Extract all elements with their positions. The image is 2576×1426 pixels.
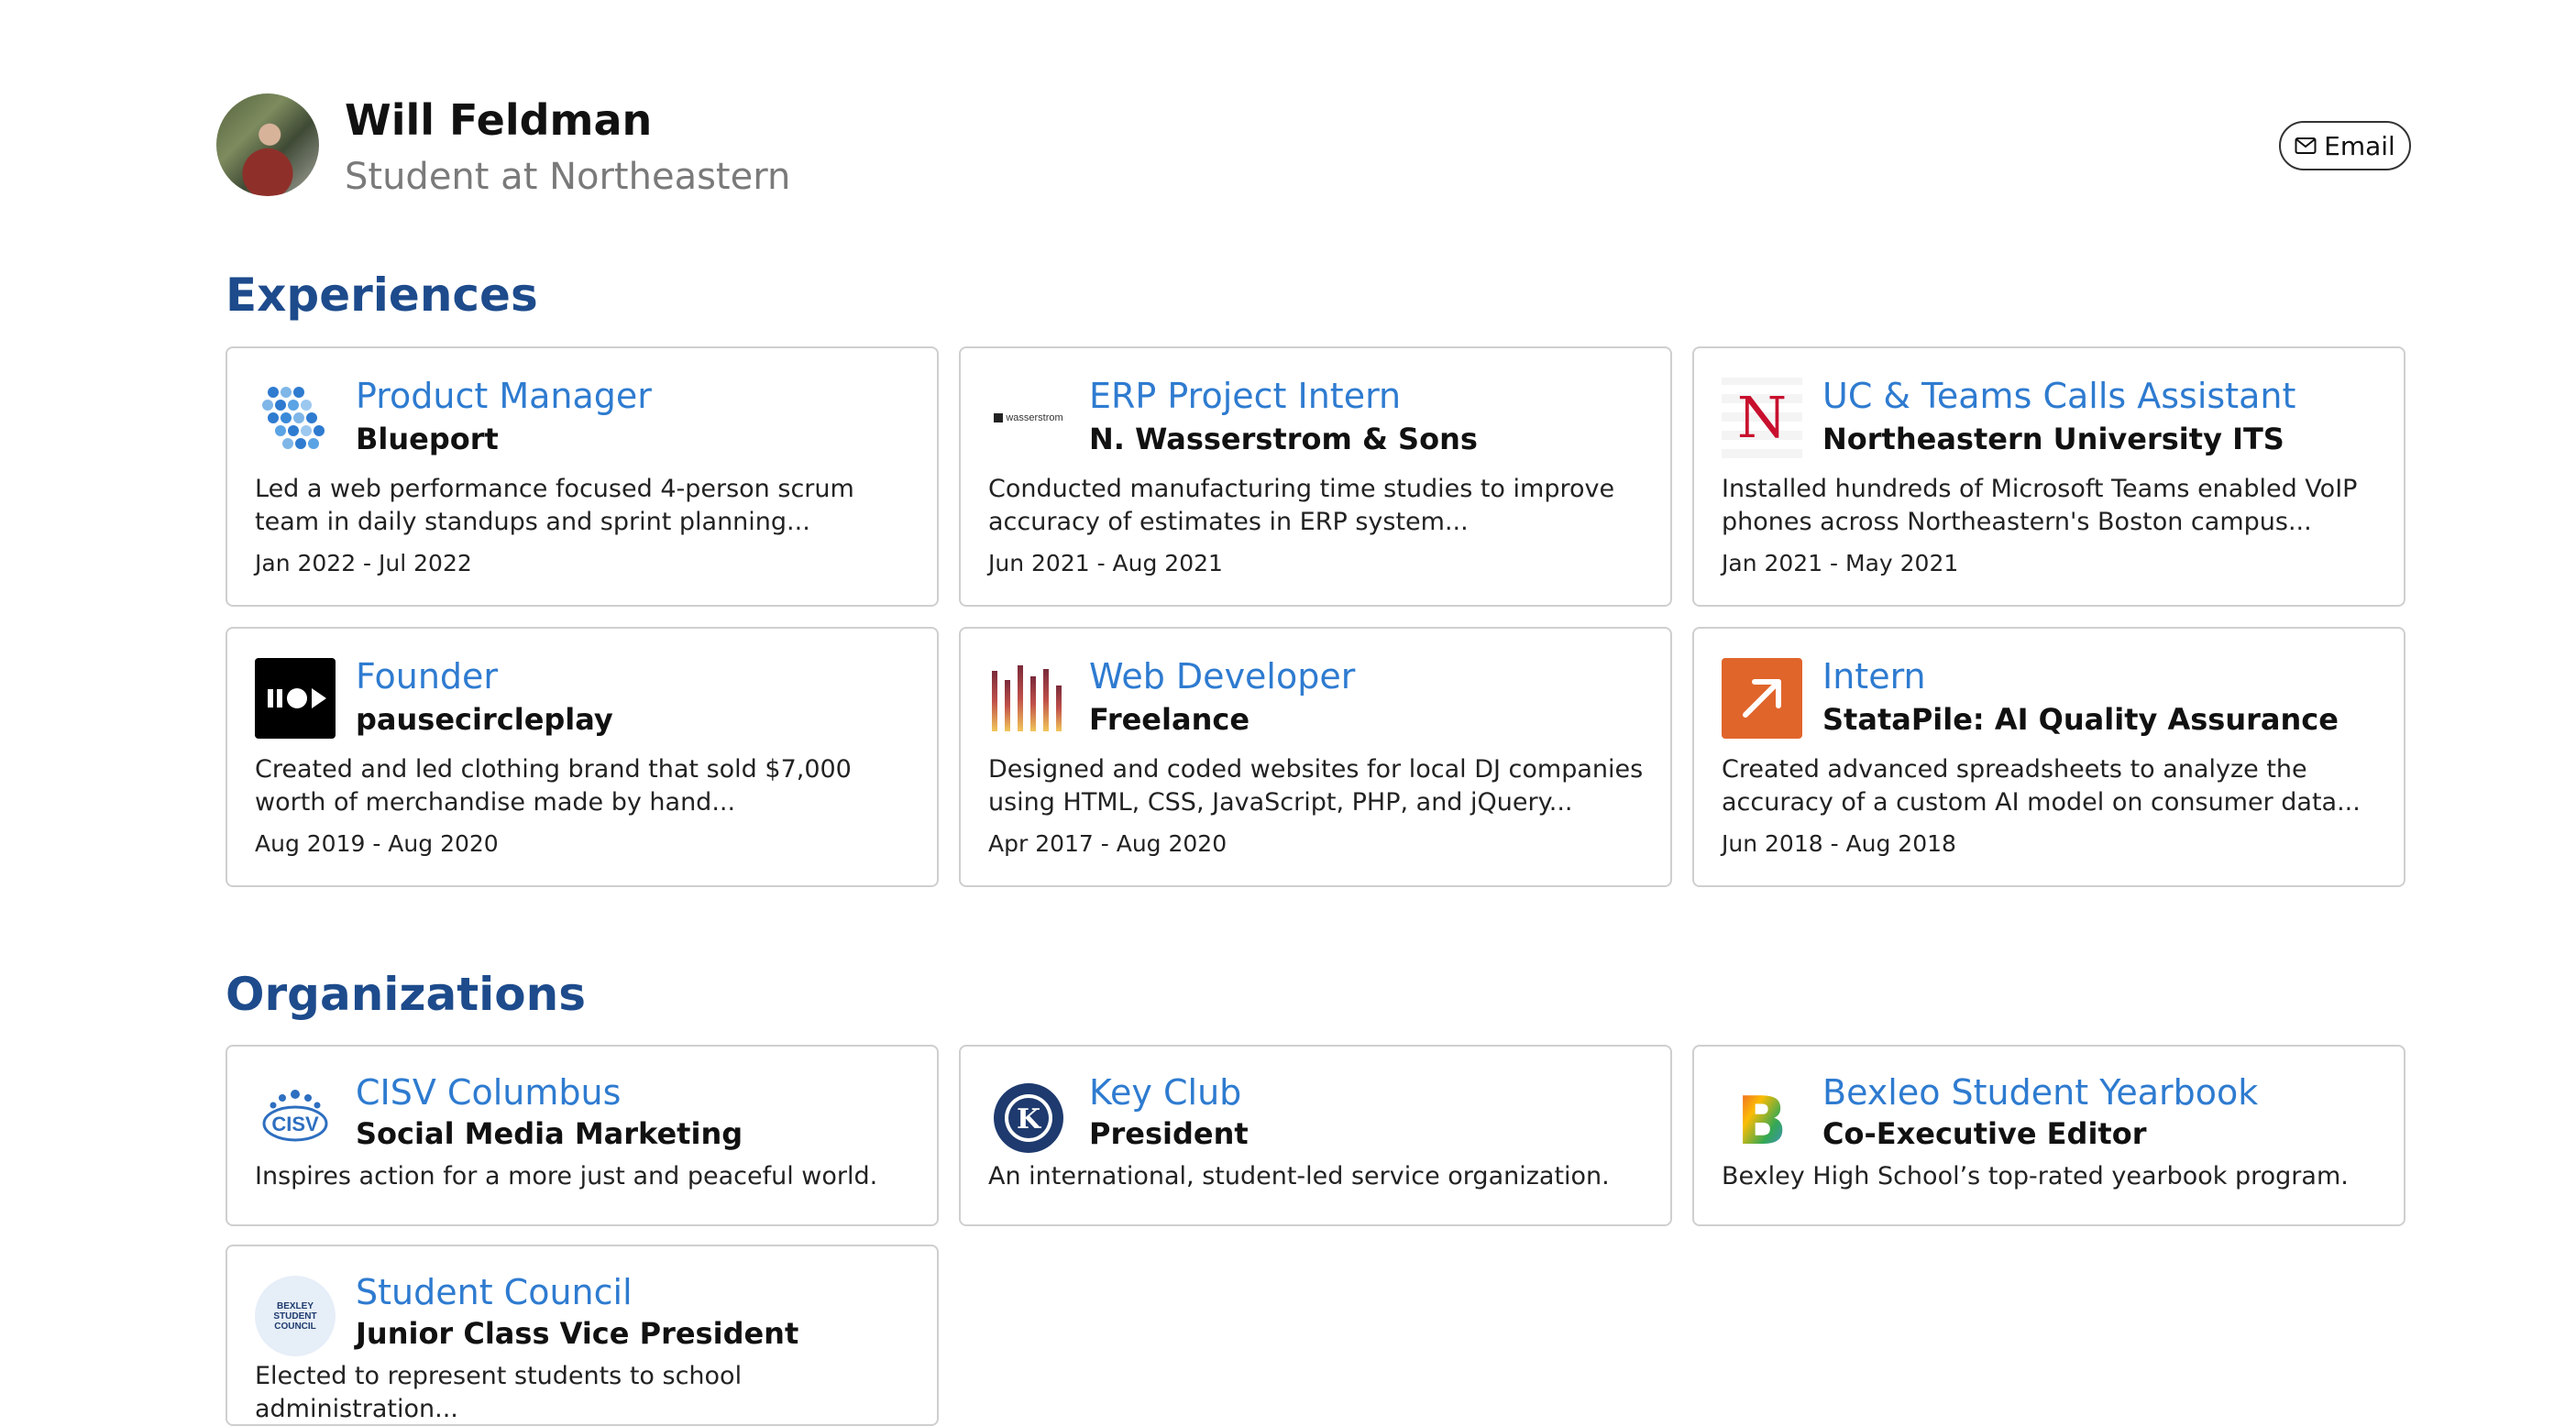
experience-title[interactable]: Product Manager [356,374,652,418]
experience-description: Led a web performance focused 4-person s… [255,475,854,536]
organization-title[interactable]: Key Club [1089,1070,1241,1114]
email-button-label: Email [2324,130,2395,161]
organization-role: Junior Class Vice President [356,1316,799,1351]
cisv-logo-text: CISV [271,1113,319,1135]
mail-icon [2295,137,2317,154]
organization-card[interactable]: K Key Club President An international, s… [959,1045,1672,1226]
equalizer-icon [992,665,1062,731]
email-button[interactable]: Email [2279,121,2411,170]
cisv-logo-icon: CISV [262,1090,328,1142]
experience-dates: Aug 2019 - Aug 2020 [255,830,499,857]
experience-company: N. Wasserstrom & Sons [1089,422,1478,456]
blueport-logo-icon [262,387,325,449]
experience-description: Created advanced spreadsheets to analyze… [1722,755,2361,817]
organization-title[interactable]: Bexleo Student Yearbook [1822,1070,2258,1114]
wasserstrom-logo-icon: wasserstrom [988,378,1069,458]
student-council-logo-icon: BEXLEY STUDENT COUNCIL [255,1276,336,1356]
organization-description: Inspires action for a more just and peac… [255,1162,878,1190]
experience-title[interactable]: Web Developer [1089,654,1355,698]
experience-company: Freelance [1089,702,1250,737]
organization-role: Social Media Marketing [356,1116,743,1151]
profile-header: Will Feldman Student at Northeastern Ema… [216,93,2416,203]
organization-description: An international, student-led service or… [988,1162,1610,1190]
organization-card[interactable]: B Bexleo Student Yearbook Co-Executive E… [1692,1045,2405,1226]
organization-description: Elected to represent students to school … [255,1362,743,1423]
experience-dates: Jan 2022 - Jul 2022 [255,550,472,576]
experiences-heading: Experiences [226,269,538,322]
experience-company: Blueport [356,422,499,456]
arrow-up-right-icon [1722,658,1802,739]
pause-circle-play-icon [255,658,336,739]
experience-card[interactable]: Product Manager Blueport Led a web perfo… [226,346,939,607]
key-club-logo-icon: K [994,1083,1063,1153]
bexleo-logo-icon: B [1737,1082,1788,1157]
profile-name: Will Feldman [345,95,653,145]
profile-tagline: Student at Northeastern [345,156,791,198]
northeastern-logo-letter: N [1736,384,1788,451]
experience-title[interactable]: ERP Project Intern [1089,374,1401,418]
organization-card[interactable]: BEXLEY STUDENT COUNCIL Student Council J… [226,1245,939,1426]
wasserstrom-logo-text: wasserstrom [994,413,1063,423]
experience-dates: Jun 2018 - Aug 2018 [1722,830,1956,857]
organizations-heading: Organizations [226,968,587,1021]
organization-card[interactable]: CISV CISV Columbus Social Media Marketin… [226,1045,939,1226]
organization-title[interactable]: Student Council [356,1270,633,1314]
student-council-logo-text: BEXLEY STUDENT COUNCIL [273,1300,317,1332]
bexleo-logo-letter: B [1737,1082,1788,1157]
experience-card[interactable]: Intern StataPile: AI Quality Assurance C… [1692,627,2405,887]
experience-company: Northeastern University ITS [1822,422,2284,456]
experience-title[interactable]: Founder [356,654,498,698]
organization-role: Co-Executive Editor [1822,1116,2147,1151]
experience-card[interactable]: Founder pausecircleplay Created and led … [226,627,939,887]
key-club-logo-letter: K [1017,1103,1041,1135]
experience-description: Installed hundreds of Microsoft Teams en… [1722,475,2358,536]
experience-company: StataPile: AI Quality Assurance [1822,702,2339,737]
experience-dates: Jan 2021 - May 2021 [1722,550,1959,576]
organization-title[interactable]: CISV Columbus [356,1070,621,1114]
experience-title[interactable]: Intern [1822,654,1926,698]
experience-company: pausecircleplay [356,702,613,737]
experience-dates: Apr 2017 - Aug 2020 [988,830,1227,857]
experience-card[interactable]: wasserstrom ERP Project Intern N. Wasser… [959,346,1672,607]
experience-dates: Jun 2021 - Aug 2021 [988,550,1223,576]
experience-description: Conducted manufacturing time studies to … [988,475,1615,536]
organization-role: President [1089,1116,1249,1151]
avatar [216,93,319,196]
experience-description: Designed and coded websites for local DJ… [988,755,1644,817]
experience-description: Created and led clothing brand that sold… [255,755,852,817]
experience-card[interactable]: N UC & Teams Calls Assistant Northeaster… [1692,346,2405,607]
experience-title[interactable]: UC & Teams Calls Assistant [1822,374,2295,418]
experience-card[interactable]: Web Developer Freelance Designed and cod… [959,627,1672,887]
northeastern-logo-icon: N [1722,378,1802,458]
organization-description: Bexley High School’s top-rated yearbook … [1722,1162,2349,1190]
